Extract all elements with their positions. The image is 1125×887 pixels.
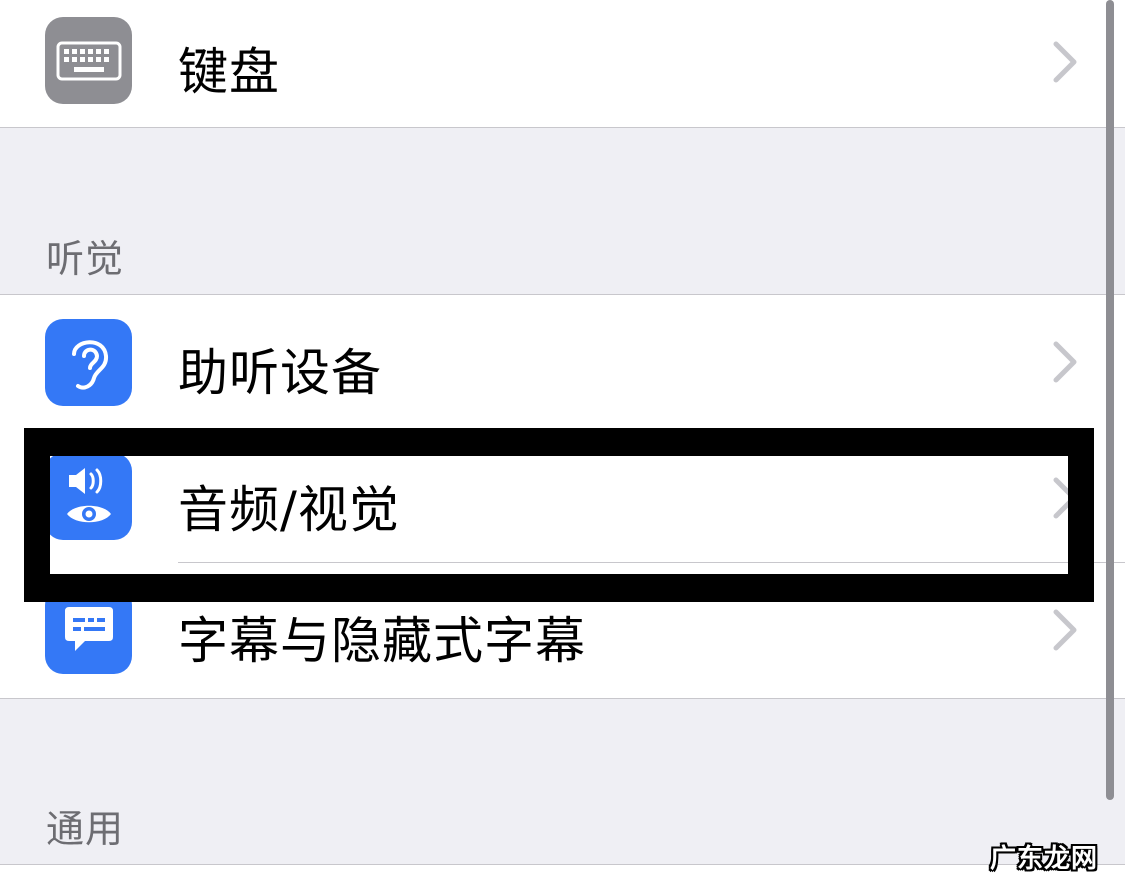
- caption-bubble-icon: [64, 606, 113, 651]
- settings-row-captions[interactable]: 字幕与隐藏式字幕: [0, 563, 1125, 699]
- caption-bubble-icon-tile: [45, 587, 132, 674]
- row-label-keyboard: 键盘: [178, 43, 280, 101]
- settings-row-hearing-devices[interactable]: 助听设备: [0, 294, 1125, 429]
- settings-row-keyboard[interactable]: 键盘: [0, 0, 1125, 128]
- next-group-top-edge: [0, 864, 1125, 887]
- chevron-right-icon: [1053, 41, 1077, 83]
- settings-page: 键盘 听觉 助听设备 音频/视觉 字幕与隐藏式字幕 通用 广东龙网: [0, 0, 1125, 887]
- settings-row-audio-visual[interactable]: 音频/视觉: [0, 428, 1125, 563]
- speaker-eye-icon-tile: [45, 453, 132, 540]
- row-label-hearing-devices: 助听设备: [178, 344, 382, 402]
- row-label-captions: 字幕与隐藏式字幕: [178, 612, 586, 670]
- keyboard-icon: [56, 41, 121, 80]
- section-header-general: 通用: [46, 807, 125, 851]
- row-label-audio-visual: 音频/视觉: [178, 481, 400, 539]
- keyboard-icon-tile: [45, 17, 132, 104]
- chevron-right-icon: [1053, 477, 1077, 519]
- scroll-indicator[interactable]: [1106, 0, 1114, 800]
- chevron-right-icon: [1053, 341, 1077, 383]
- ear-icon: [71, 339, 108, 390]
- speaker-eye-icon: [66, 467, 111, 522]
- section-header-hearing: 听觉: [46, 237, 125, 281]
- ear-icon-tile: [45, 319, 132, 406]
- watermark-text: 广东龙网: [990, 844, 1099, 874]
- chevron-right-icon: [1053, 609, 1077, 651]
